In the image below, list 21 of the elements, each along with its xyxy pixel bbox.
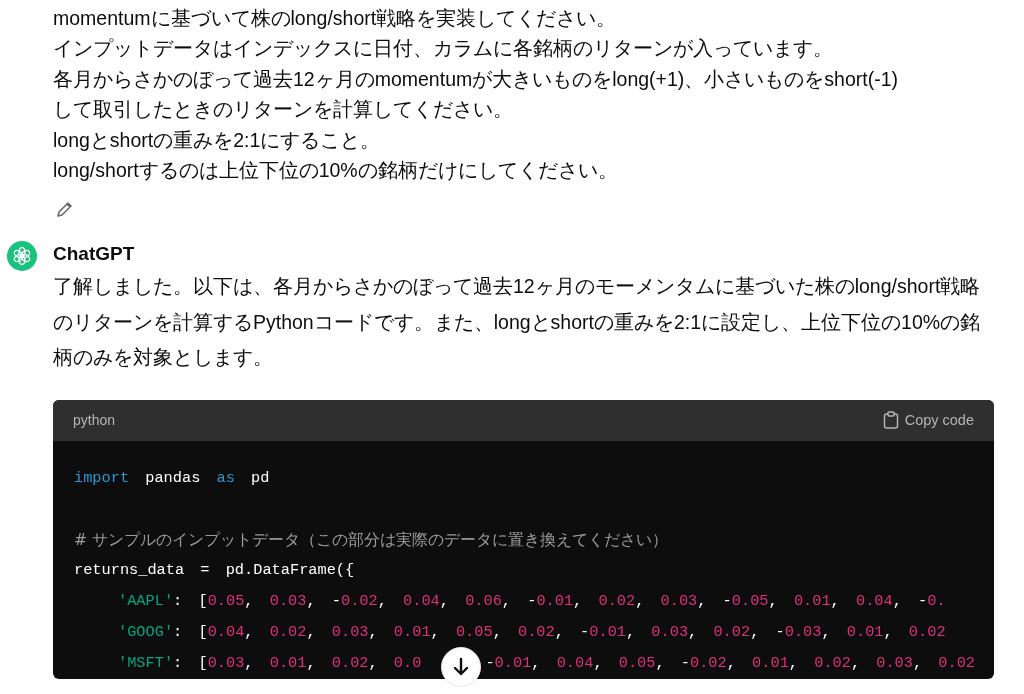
message-line: して取引したときのリターンを計算してください。 — [53, 97, 513, 123]
code-line: # サンプルのインプットデータ（この部分は実際のデータに置き換えてください） — [74, 529, 668, 551]
code-line: 'AAPL': [0.05, 0.03, -0.02, 0.04, 0.06, -0.01, 0.02, 0.03, -0.05, 0.01, 0.04, -0. — [118, 591, 946, 613]
message-line: longとshortの重みを2:1にすること。 — [53, 127, 381, 153]
message-line: momentumに基づいて株のlong/short戦略を実装してください。 — [53, 6, 617, 31]
arrow-down-icon — [452, 657, 470, 677]
code-line: import pandas as pd — [74, 467, 270, 489]
message-line: 各月からさかのぼって過去12ヶ月のmomentumが大きいものをlong(+1)、小さいものをshort(-1) — [53, 66, 898, 92]
code-line: 'MSFT': [0.03, 0.01, 0.02, 0.0 — [118, 652, 422, 674]
response-paragraph: 了解しました。以下は、各月からさかのぼって過去12ヶ月のモーメンタムに基づいた株のlong/short戦略のリターンを計算するPythonコードです。また、longとshortの重みを2:1に設定し、上位下位の10%の銘柄のみを対象とします。 — [53, 274, 982, 371]
code-language: python — [73, 412, 116, 429]
pencil-icon[interactable] — [55, 199, 75, 220]
assistant-name: ChatGPT — [53, 242, 135, 267]
code-line: returns_data = pd.DataFrame({ — [74, 560, 355, 582]
code-line: 'GOOG': [0.04, 0.02, 0.03, 0.01, 0.05, 0.02, -0.01, 0.03, 0.02, -0.03, 0.01, 0.02 — [118, 621, 946, 643]
copy-code-button[interactable]: Copy code — [882, 411, 974, 430]
clipboard-icon — [882, 411, 899, 430]
message-line: インプットデータはインデックスに日付、カラムに各銘柄のリターンが入っています。 — [53, 36, 833, 62]
assistant-avatar-icon — [7, 241, 37, 272]
message-line: long/shortするのは上位下位の10%の銘柄だけにしてください。 — [53, 158, 618, 184]
code-line: -0.01, 0.04, 0.05, -0.02, 0.01, 0.02, 0.03, 0.02 — [485, 652, 976, 674]
